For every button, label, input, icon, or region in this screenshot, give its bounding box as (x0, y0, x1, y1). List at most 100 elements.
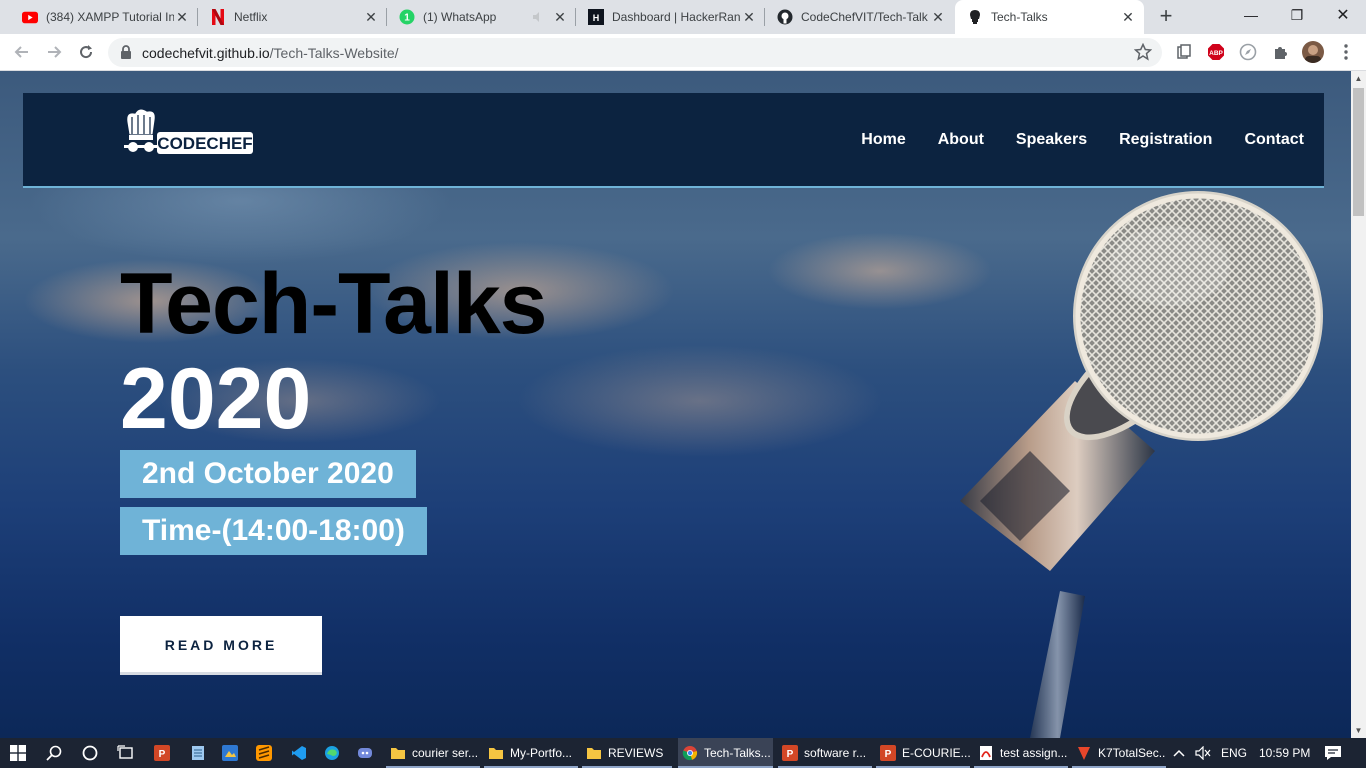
codechef-icon (967, 9, 983, 25)
tab-title: Netflix (234, 10, 268, 24)
profile-avatar[interactable] (1302, 41, 1324, 63)
tab-tech-talks[interactable]: Tech-Talks ✕ (955, 0, 1144, 34)
close-tab-icon[interactable]: ✕ (1120, 9, 1136, 25)
page-scrollbar[interactable]: ▲ ▼ (1351, 71, 1366, 738)
cortana-icon[interactable] (80, 743, 100, 763)
close-tab-icon[interactable]: ✕ (363, 9, 379, 25)
youtube-icon (22, 9, 38, 25)
powerpoint-icon: P (880, 745, 896, 761)
powerpoint-pin-icon[interactable]: P (152, 743, 172, 763)
edge-icon[interactable] (322, 743, 342, 763)
address-bar[interactable]: codechefvit.github.io/Tech-Talks-Website… (108, 38, 1162, 67)
event-date-badge: 2nd October 2020 (120, 450, 416, 498)
arrow-right-icon (48, 46, 62, 58)
tab-title: Dashboard | HackerRan (612, 10, 741, 24)
reload-icon (80, 45, 93, 59)
event-time-badge: Time-(14:00-18:00) (120, 507, 427, 555)
hero-title: Tech-Talks (120, 256, 548, 352)
discord-icon[interactable] (355, 743, 375, 763)
nav-contact-link[interactable]: Contact (1244, 131, 1304, 149)
github-icon (777, 9, 793, 25)
svg-text:CODECHEF: CODECHEF (157, 134, 252, 153)
url-host: codechefvit.github.io (142, 45, 270, 61)
back-button[interactable] (10, 40, 34, 64)
close-tab-icon[interactable]: ✕ (741, 9, 757, 25)
bookmark-star-icon[interactable] (1133, 42, 1153, 66)
tab-netflix[interactable]: Netflix ✕ (198, 0, 387, 34)
taskbar-app-k7[interactable]: K7TotalSec... (1072, 738, 1166, 768)
close-tab-icon[interactable]: ✕ (552, 9, 568, 25)
maximize-button[interactable]: ❐ (1274, 0, 1320, 30)
adblock-plus-icon[interactable]: ABP (1206, 42, 1226, 62)
tab-title: CodeChefVIT/Tech-Talk (801, 10, 928, 24)
svg-text:ABP: ABP (1209, 50, 1223, 57)
forward-button[interactable] (42, 40, 66, 64)
microphone-image (960, 191, 1323, 738)
taskbar-app-label: courier ser... (412, 746, 479, 760)
search-icon[interactable] (44, 743, 64, 763)
codechef-logo[interactable]: CODECHEF (121, 107, 255, 157)
lock-icon[interactable] (120, 45, 132, 64)
image-editor-icon[interactable] (220, 743, 240, 763)
menu-icon[interactable] (1336, 42, 1356, 62)
nav-about-link[interactable]: About (938, 131, 984, 149)
compass-extension-icon[interactable] (1238, 42, 1258, 62)
svg-text:P: P (787, 749, 794, 760)
reload-button[interactable] (74, 40, 98, 64)
page-viewport: CODECHEF Home About Speakers Registratio… (0, 71, 1366, 738)
svg-text:P: P (159, 749, 166, 760)
sublime-text-icon[interactable] (254, 743, 274, 763)
new-tab-button[interactable]: + (1154, 5, 1178, 29)
copy-extension-icon[interactable] (1174, 42, 1194, 62)
vscode-icon[interactable] (289, 743, 309, 763)
scroll-down-arrow-icon[interactable]: ▼ (1351, 723, 1366, 738)
browser-toolbar: codechefvit.github.io/Tech-Talks-Website… (0, 34, 1366, 71)
arrow-left-icon (14, 46, 28, 58)
minimize-button[interactable]: — (1228, 0, 1274, 30)
folder-icon (391, 748, 405, 759)
taskbar-app-label: E-COURIE... (902, 746, 970, 760)
nav-home-link[interactable]: Home (861, 131, 905, 149)
mute-icon[interactable] (530, 9, 546, 25)
scrollbar-thumb[interactable] (1353, 88, 1364, 216)
tab-whatsapp[interactable]: 1 (1) WhatsApp ✕ (387, 0, 576, 34)
taskbar-app-label: K7TotalSec... (1098, 746, 1166, 760)
close-tab-icon[interactable]: ✕ (930, 9, 946, 25)
folder-icon (489, 748, 503, 759)
close-tab-icon[interactable]: ✕ (174, 9, 190, 25)
svg-text:H: H (593, 13, 600, 23)
tab-hackerrank[interactable]: H Dashboard | HackerRan ✕ (576, 0, 765, 34)
notifications-icon[interactable] (1324, 738, 1342, 768)
url-text: codechefvit.github.io/Tech-Talks-Website… (142, 45, 399, 61)
clock[interactable]: 10:59 PM (1259, 738, 1310, 768)
tab-github[interactable]: CodeChefVIT/Tech-Talk ✕ (765, 0, 954, 34)
puzzle-extensions-icon[interactable] (1270, 42, 1290, 62)
netflix-icon (210, 9, 226, 25)
volume-muted-icon[interactable] (1195, 738, 1211, 768)
taskbar-app-ecourier[interactable]: P E-COURIE... (876, 738, 970, 768)
taskbar-app-courier[interactable]: courier ser... (386, 738, 480, 768)
read-more-button[interactable]: READ MORE (120, 616, 322, 675)
taskbar-app-chrome[interactable]: Tech-Talks... (678, 738, 773, 768)
chrome-icon (682, 746, 698, 761)
taskbar-app-reviews[interactable]: REVIEWS (582, 738, 672, 768)
nav-speakers-link[interactable]: Speakers (1016, 131, 1087, 149)
taskbar-app-test-assignment[interactable]: test assign... (974, 738, 1068, 768)
tray-chevron-up-icon[interactable] (1173, 738, 1185, 768)
svg-text:P: P (885, 749, 892, 760)
language-indicator[interactable]: ENG (1221, 738, 1247, 768)
close-window-button[interactable]: ✕ (1320, 0, 1366, 30)
notepad-icon[interactable] (188, 743, 208, 763)
taskbar-app-software[interactable]: P software r... (778, 738, 872, 768)
svg-text:1: 1 (404, 13, 410, 24)
pdf-icon (980, 746, 992, 760)
site-navbar: CODECHEF Home About Speakers Registratio… (23, 93, 1324, 188)
task-view-icon[interactable] (116, 743, 136, 763)
k7-icon (1078, 747, 1090, 760)
nav-registration-link[interactable]: Registration (1119, 131, 1212, 149)
tab-youtube[interactable]: (384) XAMPP Tutorial In ✕ (10, 0, 198, 34)
windows-start-icon[interactable] (8, 743, 28, 763)
scroll-up-arrow-icon[interactable]: ▲ (1351, 71, 1366, 86)
taskbar-app-portfolio[interactable]: My-Portfo... (484, 738, 578, 768)
tab-title: (1) WhatsApp (423, 10, 497, 24)
